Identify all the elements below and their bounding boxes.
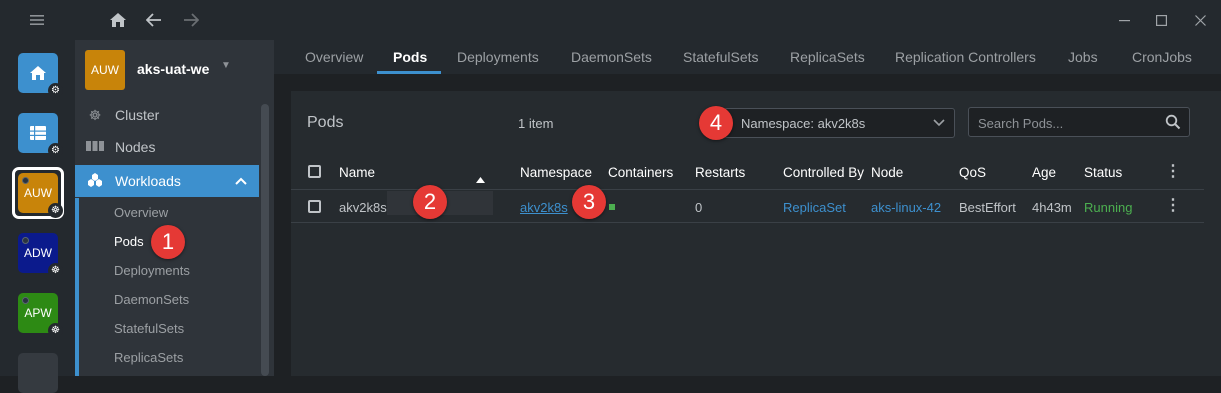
sidebar-item-pods[interactable]: Pods (114, 234, 144, 249)
tab-cronjobs[interactable]: CronJobs (1132, 49, 1192, 65)
sidebar-item-workloads[interactable]: Workloads (75, 165, 259, 197)
pod-name: akv2k8s (339, 200, 387, 215)
list-icon (30, 126, 46, 140)
container-status-indicator (609, 204, 615, 210)
column-controlled-by[interactable]: Controlled By (783, 165, 865, 180)
arrow-right-icon[interactable] (179, 8, 203, 32)
chevron-down-icon[interactable]: ▼ (221, 60, 231, 71)
home-catalog-button[interactable]: ⚙ (18, 53, 63, 98)
status-dot (22, 237, 29, 244)
pod-restarts: 0 (695, 200, 703, 215)
sidebar-item-replicasets[interactable]: ReplicaSets (114, 350, 183, 365)
tab-replication-controllers[interactable]: Replication Controllers (895, 49, 1036, 65)
search-icon[interactable] (1165, 114, 1181, 130)
row-menu-icon[interactable]: ⋮ (1165, 195, 1181, 215)
namespace-select[interactable]: Namespace: akv2k8s (724, 108, 955, 138)
callout-3: 3 (572, 185, 606, 219)
column-containers[interactable]: Containers (608, 165, 673, 180)
catalog-button[interactable]: ⚙ (18, 113, 63, 158)
tab-replicasets[interactable]: ReplicaSets (790, 49, 865, 65)
pod-age: 4h43m (1032, 200, 1072, 215)
cluster-label: AUW (24, 186, 52, 200)
sidebar: AUW aks-uat-we ▼ ☸ Cluster Nodes Workloa… (75, 40, 274, 376)
gear-icon: ⚙ (48, 143, 63, 158)
tab-bar: Overview Pods Deployments DaemonSets Sta… (274, 40, 1221, 74)
chevron-up-icon[interactable] (235, 174, 247, 188)
tab-pods[interactable]: Pods (393, 49, 427, 65)
page-title: Pods (307, 114, 344, 131)
sidebar-item-label: Nodes (115, 139, 156, 155)
sidebar-scrollbar[interactable] (261, 104, 269, 376)
status-dot (22, 297, 29, 304)
row-checkbox[interactable] (308, 200, 321, 213)
tab-jobs[interactable]: Jobs (1068, 49, 1098, 65)
cluster-avatar: AUW (85, 50, 125, 90)
cluster-label: APW (24, 306, 52, 320)
home-icon[interactable] (106, 8, 130, 32)
column-qos[interactable]: QoS (959, 165, 986, 180)
column-namespace[interactable]: Namespace (520, 165, 592, 180)
sidebar-item-deployments[interactable]: Deployments (114, 263, 190, 278)
helm-icon: ☸ (88, 106, 102, 123)
item-count: 1 item (518, 116, 554, 131)
sidebar-item-overview[interactable]: Overview (114, 205, 168, 220)
chevron-down-icon (933, 114, 945, 130)
namespace-select-value: Namespace: akv2k8s (741, 116, 866, 131)
column-status[interactable]: Status (1084, 165, 1122, 180)
cluster-name: aks-uat-we (137, 61, 210, 77)
tab-statefulsets[interactable]: StatefulSets (683, 49, 759, 65)
helm-icon: ☸ (48, 263, 63, 278)
home-icon (30, 66, 46, 80)
arrow-left-icon[interactable] (142, 8, 166, 32)
tab-overview[interactable]: Overview (305, 49, 363, 65)
callout-4: 4 (699, 106, 733, 140)
add-cluster-button[interactable] (18, 353, 58, 393)
server-icon (85, 139, 105, 155)
cluster-label: ADW (24, 246, 52, 260)
column-name[interactable]: Name (339, 165, 375, 180)
minimize-icon[interactable] (1110, 8, 1138, 32)
column-age[interactable]: Age (1032, 165, 1056, 180)
select-all-checkbox[interactable] (308, 165, 321, 178)
status-badge: Running (1084, 200, 1133, 215)
cluster-adw[interactable]: ADW ☸ (18, 233, 63, 278)
sidebar-item-nodes[interactable]: Nodes (75, 131, 259, 163)
cluster-apw[interactable]: APW ☸ (18, 293, 63, 338)
sidebar-item-label: Workloads (115, 173, 181, 189)
tab-daemonsets[interactable]: DaemonSets (571, 49, 652, 65)
callout-2: 2 (413, 185, 447, 219)
sidebar-item-statefulsets[interactable]: StatefulSets (114, 321, 184, 336)
title-bar (0, 0, 1221, 40)
pod-node-link[interactable]: aks-linux-42 (871, 200, 944, 215)
pods-panel: Pods 1 item Namespace: akv2k8s Name Name… (291, 91, 1221, 376)
pod-namespace-link[interactable]: akv2k8s (520, 200, 568, 215)
callout-1: 1 (151, 225, 185, 259)
search-input[interactable] (978, 114, 1158, 132)
helm-icon: ☸ (48, 203, 63, 218)
pod-qos: BestEffort (959, 200, 1016, 215)
column-node[interactable]: Node (871, 165, 903, 180)
close-icon[interactable] (1186, 8, 1214, 32)
search-box[interactable] (968, 107, 1190, 137)
hamburger-icon[interactable] (25, 8, 49, 32)
cluster-header[interactable]: AUW aks-uat-we ▼ (75, 40, 274, 92)
column-menu-icon[interactable]: ⋮ (1165, 161, 1181, 181)
workloads-icon (85, 172, 105, 190)
cluster-auw[interactable]: AUW ☸ (18, 173, 63, 218)
sidebar-item-daemonsets[interactable]: DaemonSets (114, 292, 189, 307)
tab-deployments[interactable]: Deployments (457, 49, 539, 65)
helm-icon: ☸ (48, 323, 63, 338)
sidebar-item-label: Cluster (115, 107, 160, 123)
gear-icon: ⚙ (48, 83, 63, 98)
maximize-icon[interactable] (1147, 8, 1175, 32)
active-tab-indicator (377, 71, 441, 74)
sidebar-item-cluster[interactable]: ☸ Cluster (75, 99, 259, 131)
status-dot (22, 177, 29, 184)
column-restarts[interactable]: Restarts (695, 165, 745, 180)
sort-asc-icon[interactable] (476, 170, 485, 188)
hotbar: ⚙ ⚙ AUW ☸ ADW ☸ APW ☸ (0, 40, 75, 393)
pod-controlled-by-link[interactable]: ReplicaSet (783, 200, 846, 215)
